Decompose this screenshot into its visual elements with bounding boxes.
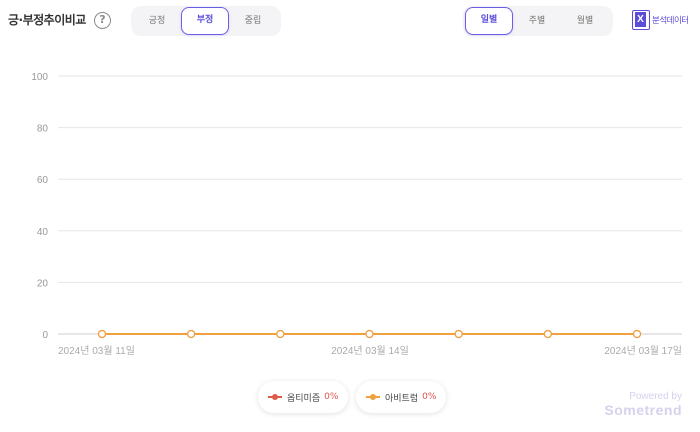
data-point[interactable]	[365, 329, 374, 339]
y-tick-label: 80	[37, 124, 49, 135]
export-label: 분석데이터	[652, 16, 689, 26]
legend-label-2: 아비트럼	[385, 393, 419, 404]
legend-label-1: 옵티미즘	[287, 393, 321, 404]
brand-logo: Sometrend	[604, 402, 682, 418]
section-title: 긍·부정추이비교	[8, 13, 86, 27]
legend-marker-2	[366, 393, 380, 401]
powered-by-text: Powered by	[629, 391, 682, 402]
x-tick-label: 2024년 03월 17일	[604, 345, 682, 357]
export-data-button[interactable]: X 분석데이터	[632, 10, 689, 30]
tab-weekly[interactable]: 주별	[513, 7, 561, 35]
powered-by-badge: Powered by Sometrend	[604, 391, 682, 418]
x-tick-label: 2024년 03월 14일	[331, 345, 409, 357]
legend-item-2[interactable]: 아비트럼 0%	[356, 381, 447, 413]
x-tick-label: 2024년 03월 11일	[58, 345, 135, 357]
tab-negative[interactable]: 부정	[181, 7, 229, 35]
legend-pct-1: 0%	[324, 392, 339, 402]
tab-daily[interactable]: 일별	[465, 7, 513, 35]
legend-marker-1	[268, 393, 282, 401]
period-filter: 일별 주별 월별	[463, 6, 613, 36]
y-tick-label: 20	[37, 278, 49, 289]
y-tick-label: 40	[37, 227, 49, 238]
tab-positive[interactable]: 긍정	[133, 7, 181, 35]
excel-icon: X	[632, 10, 650, 30]
data-point[interactable]	[97, 329, 107, 339]
trend-chart: 0 20 40 60 80 100 2024년 03월 11일 2024년 03월 14일 2…	[31, 72, 682, 357]
y-tick-label: 60	[37, 175, 49, 186]
data-point[interactable]	[454, 329, 463, 339]
data-point[interactable]	[632, 329, 642, 339]
legend-item-1[interactable]: 옵티미즘 0%	[258, 381, 349, 413]
legend-pct-2: 0%	[422, 392, 437, 402]
data-point[interactable]	[543, 329, 552, 339]
tab-neutral[interactable]: 중립	[229, 7, 277, 35]
data-point[interactable]	[187, 329, 196, 339]
help-icon[interactable]: ?	[94, 12, 111, 29]
y-tick-label: 0	[42, 330, 48, 341]
y-tick-label: 100	[31, 72, 48, 83]
tab-monthly[interactable]: 월별	[561, 7, 609, 35]
sentiment-filter: 긍정 부정 중립	[131, 6, 281, 36]
data-point[interactable]	[276, 329, 285, 339]
